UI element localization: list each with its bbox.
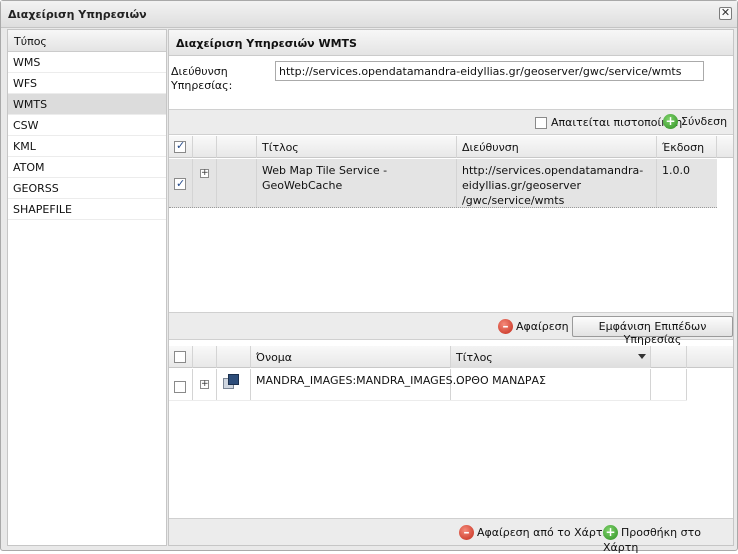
service-manager-window: Διαχείριση Υπηρεσιών ✕ Τύπος WMS WFS WMTS C… xyxy=(0,0,738,554)
grid-header-filler xyxy=(687,346,733,368)
select-all-layers[interactable] xyxy=(169,346,193,368)
remove-from-map-button[interactable]: – Αφαίρεση από το Χάρτη xyxy=(459,525,609,540)
layers-grid-header: Όνομα Τίτλος xyxy=(169,346,733,368)
icon-column-header xyxy=(217,346,251,368)
window-titlebar[interactable]: Διαχείριση Υπηρεσιών ✕ xyxy=(1,1,737,28)
column-header-name[interactable]: Όνομα xyxy=(251,346,451,368)
add-icon: + xyxy=(663,114,678,129)
layer-icon-cell xyxy=(217,369,251,400)
remove-service-label: Αφαίρεση xyxy=(516,320,569,333)
service-type-list: Τύπος WMS WFS WMTS CSW KML ATOM GEORSS SHAPEFIL… xyxy=(7,29,167,546)
type-item-atom[interactable]: ATOM xyxy=(8,157,166,178)
layer-empty-cell xyxy=(651,369,687,400)
column-header-url[interactable]: Διεύθυνση xyxy=(457,136,657,158)
row-version: 1.0.0 xyxy=(662,164,690,177)
type-item-csw[interactable]: CSW xyxy=(8,115,166,136)
connection-toolbar: Απαιτείται πιστοποίηση + Σύνδεση xyxy=(169,109,733,135)
row-url-line: /gwc/service/wmts xyxy=(462,194,565,207)
table-row[interactable]: + Web Map Tile Service - GeoWebCache htt… xyxy=(169,159,717,208)
expand-icon[interactable]: + xyxy=(200,380,209,389)
type-item-shapefile[interactable]: SHAPEFILE xyxy=(8,199,166,220)
empty-column-header xyxy=(217,136,257,158)
expand-icon[interactable]: + xyxy=(200,169,209,178)
type-item-wms[interactable]: WMS xyxy=(8,52,166,73)
services-toolbar: – Αφαίρεση Εμφάνιση Επιπέδων Υπηρεσίας xyxy=(169,312,733,346)
row-url-line: eidyllias.gr/geoserver xyxy=(462,179,581,192)
map-actions-bar: – Αφαίρεση από το Χάρτη + Προσθήκη στο Χάρ… xyxy=(169,518,733,554)
service-management-panel: Διαχείριση Υπηρεσιών WMTS Διεύθυνση Υπηρ… xyxy=(168,29,734,554)
layer-select-cell[interactable] xyxy=(169,369,193,400)
remove-service-button[interactable]: – Αφαίρεση xyxy=(498,319,569,334)
auth-required-checkbox[interactable] xyxy=(535,117,547,129)
layer-icon xyxy=(223,374,239,390)
type-column-header[interactable]: Τύπος xyxy=(8,30,166,52)
service-url-input[interactable] xyxy=(275,61,704,81)
service-url-label: Διεύθυνση Υπηρεσίας: xyxy=(171,65,233,92)
column-header-version[interactable]: Έκδοση xyxy=(657,136,717,158)
add-to-map-button[interactable]: + Προσθήκη στο Χάρτη xyxy=(603,525,733,554)
connect-label: Σύνδεση xyxy=(681,115,728,128)
select-all-services[interactable] xyxy=(169,136,193,158)
layers-grid: Όνομα Τίτλος + MANDRA_IMAGES:MANDRA_IMAG… xyxy=(169,346,733,518)
type-item-kml[interactable]: KML xyxy=(8,136,166,157)
expander-column-header xyxy=(193,346,217,368)
close-icon[interactable]: ✕ xyxy=(719,7,732,20)
remove-from-map-label: Αφαίρεση από το Χάρτη xyxy=(477,526,610,539)
window-title: Διαχείριση Υπηρεσιών xyxy=(8,8,147,21)
table-row[interactable]: + MANDRA_IMAGES:MANDRA_IMAGES… ΟΡΘΟ ΜΑΝΔ… xyxy=(169,369,687,401)
column-header-layer-title[interactable]: Τίτλος xyxy=(451,346,651,368)
row-url-line: http://services.opendatamandra- xyxy=(462,164,644,177)
add-icon: + xyxy=(603,525,618,540)
remove-icon: – xyxy=(459,525,474,540)
expander-column-header xyxy=(193,136,217,158)
type-item-georss[interactable]: GEORSS xyxy=(8,178,166,199)
panel-title: Διαχείριση Υπηρεσιών WMTS xyxy=(169,30,733,56)
layer-checkbox[interactable] xyxy=(174,381,186,393)
column-menu-icon[interactable] xyxy=(638,354,646,359)
layer-expander-cell[interactable]: + xyxy=(193,369,217,400)
row-url: http://services.opendatamandra- eidyllia… xyxy=(457,159,657,207)
services-grid: Τίτλος Διεύθυνση Έκδοση + Web Map Tile S… xyxy=(169,136,733,312)
service-url-row: Διεύθυνση Υπηρεσίας: xyxy=(169,57,733,109)
empty-column-header xyxy=(651,346,687,368)
remove-icon: – xyxy=(498,319,513,334)
row-select-cell[interactable] xyxy=(169,159,193,207)
services-grid-header: Τίτλος Διεύθυνση Έκδοση xyxy=(169,136,733,158)
show-service-layers-button[interactable]: Εμφάνιση Επιπέδων Υπηρεσίας xyxy=(572,316,733,346)
row-expander-cell[interactable]: + xyxy=(193,159,217,207)
select-all-layers-checkbox[interactable] xyxy=(174,351,186,363)
layer-name: MANDRA_IMAGES:MANDRA_IMAGES… xyxy=(251,369,464,400)
row-checkbox[interactable] xyxy=(174,176,186,191)
column-header-layer-title-label: Τίτλος xyxy=(456,351,493,364)
layer-title: ΟΡΘΟ ΜΑΝΔΡΑΣ xyxy=(451,369,651,400)
row-empty-cell xyxy=(217,159,257,207)
column-header-title[interactable]: Τίτλος xyxy=(257,136,457,158)
select-all-checkbox[interactable] xyxy=(174,139,186,153)
row-title: Web Map Tile Service - GeoWebCache xyxy=(257,159,457,207)
type-item-wmts[interactable]: WMTS xyxy=(8,94,166,115)
grid-header-filler xyxy=(717,136,733,158)
connect-button[interactable]: + Σύνδεση xyxy=(663,114,727,129)
type-item-wfs[interactable]: WFS xyxy=(8,73,166,94)
